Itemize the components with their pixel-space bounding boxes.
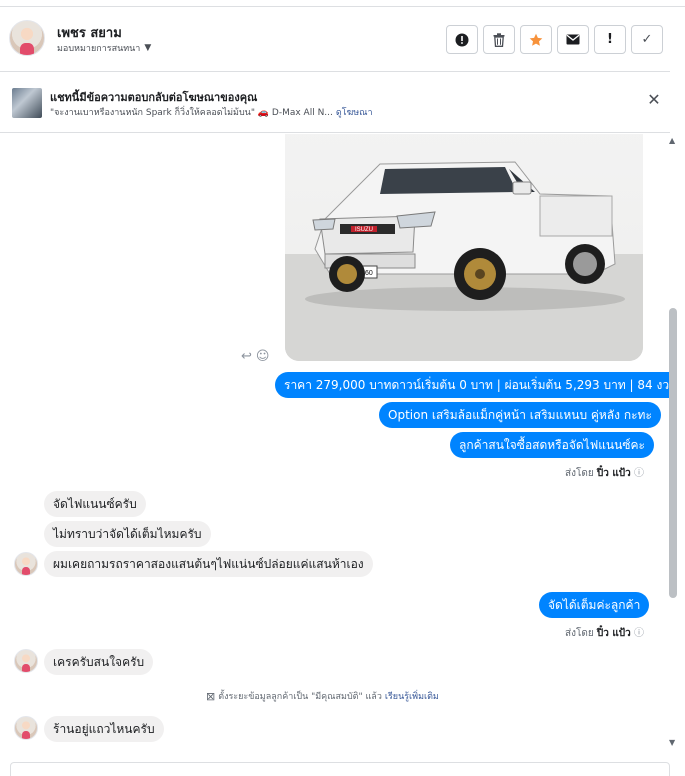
contact-avatar-small[interactable]	[14, 649, 38, 673]
scroll-down-arrow-icon[interactable]: ▼	[669, 738, 675, 747]
contact-avatar-small[interactable]	[14, 552, 38, 576]
sent-by-prefix: ส่งโดย	[565, 628, 594, 639]
incoming-message[interactable]: ไม่ทราบว่าจัดได้เต็มไหมครับ	[44, 521, 211, 547]
contact-name[interactable]: เพชร สยาม	[57, 22, 122, 43]
incoming-message[interactable]: ผมเคยถามรถราคาสองแสนต้นๆไฟแน่นซ์ปล่อยแค่…	[44, 551, 373, 577]
star-button[interactable]	[520, 25, 552, 54]
assign-label: มอบหมายการสนทนา	[57, 44, 141, 54]
trash-icon	[493, 32, 505, 47]
outgoing-message[interactable]: ลูกค้าสนใจซื้อสดหรือจัดไฟแนนซ์คะ	[450, 432, 654, 458]
ad-reply-banner: แชทนี้มีข้อความตอบกลับต่อโฆษณาของคุณ "จะ…	[0, 73, 670, 133]
header-actions: ! ✓	[446, 25, 663, 54]
message-thread[interactable]: ISUZU ยว 5260 ↩ ☺ ราคา 279,000 บาทดาวน์เ…	[0, 134, 670, 754]
learn-more-link[interactable]: เรียนรู้เพิ่มเติม	[385, 689, 439, 703]
ad-subtitle-text: "จะงานเบาหรืองานหนัก Spark ก็วิ่งให้คลอด…	[50, 108, 333, 118]
sent-by-name: ปิ๋ว แป้ว	[596, 628, 631, 639]
sent-by-prefix: ส่งโดย	[565, 468, 594, 479]
report-button[interactable]: !	[594, 25, 626, 54]
view-ad-link[interactable]: ดูโฆษณา	[336, 105, 373, 119]
close-icon[interactable]: ✕	[645, 91, 663, 109]
ad-thumbnail[interactable]	[12, 88, 42, 118]
incoming-message[interactable]: เครครับสนใจครับ	[44, 649, 154, 675]
scroll-up-arrow-icon[interactable]: ▲	[669, 136, 675, 145]
system-message-text: ตั้งระยะข้อมูลลูกค้าเป็น "มีคุณสมบัติ" แ…	[218, 692, 382, 702]
mark-unread-button[interactable]	[557, 25, 589, 54]
sent-by-name: ปิ๋ว แป้ว	[596, 468, 631, 479]
pickup-truck-image: ISUZU ยว 5260	[285, 161, 643, 361]
exclamation-icon: !	[607, 32, 613, 47]
message-actions: ↩ ☺	[241, 349, 269, 364]
info-icon[interactable]: ⓘ	[634, 468, 644, 479]
sent-by-label: ส่งโดย ปิ๋ว แป้ว ⓘ	[565, 464, 644, 481]
delete-button[interactable]	[483, 25, 515, 54]
star-icon	[529, 33, 543, 46]
thread-scrollbar[interactable]: ▲ ▼	[668, 134, 679, 754]
alert-circle-icon	[455, 33, 469, 46]
sent-by-label: ส่งโดย ปิ๋ว แป้ว ⓘ	[565, 624, 644, 641]
incoming-message[interactable]: ร้านอยู่แถวไหนครับ	[44, 716, 164, 742]
caret-down-icon: ▼	[144, 43, 152, 53]
ad-banner-subtitle: "จะงานเบาหรืองานหนัก Spark ก็วิ่งให้คลอด…	[50, 105, 373, 119]
mark-spam-button[interactable]	[446, 25, 478, 54]
outgoing-message[interactable]: Option เสริมล้อแม็กคู่หน้า เสริมแหนบ คู่…	[379, 402, 661, 428]
info-icon[interactable]: ⓘ	[634, 628, 644, 639]
envelope-icon	[566, 34, 580, 45]
outgoing-message[interactable]: จัดได้เต็มค่ะลูกค้า	[539, 592, 650, 618]
mark-done-button[interactable]: ✓	[631, 25, 663, 54]
car-photo-attachment[interactable]: ISUZU ยว 5260	[285, 134, 643, 361]
message-composer[interactable]	[10, 762, 670, 776]
system-message: ⊠ ตั้งระยะข้อมูลลูกค้าเป็น "มีคุณสมบัติ"…	[206, 689, 439, 703]
contact-avatar[interactable]	[9, 20, 45, 56]
scrollbar-thumb[interactable]	[669, 308, 677, 598]
incoming-message[interactable]: จัดไฟแนนซ์ครับ	[44, 491, 146, 517]
brand-badge: ISUZU	[355, 227, 373, 233]
label-tag-icon: ⊠	[206, 689, 216, 703]
assign-conversation-dropdown[interactable]: มอบหมายการสนทนา ▼	[57, 41, 151, 55]
window-top-edge	[0, 0, 685, 7]
conversation-header: เพชร สยาม มอบหมายการสนทนา ▼ ! ✓	[0, 8, 670, 72]
outgoing-message[interactable]: ราคา 279,000 บาทดาวน์เริ่มต้น 0 บาท | ผ่…	[275, 372, 670, 398]
check-icon: ✓	[641, 32, 653, 47]
contact-avatar-small[interactable]	[14, 716, 38, 740]
emoji-icon[interactable]: ☺	[256, 349, 270, 364]
reply-icon[interactable]: ↩	[241, 349, 252, 364]
ad-banner-title: แชทนี้มีข้อความตอบกลับต่อโฆษณาของคุณ	[50, 91, 258, 104]
